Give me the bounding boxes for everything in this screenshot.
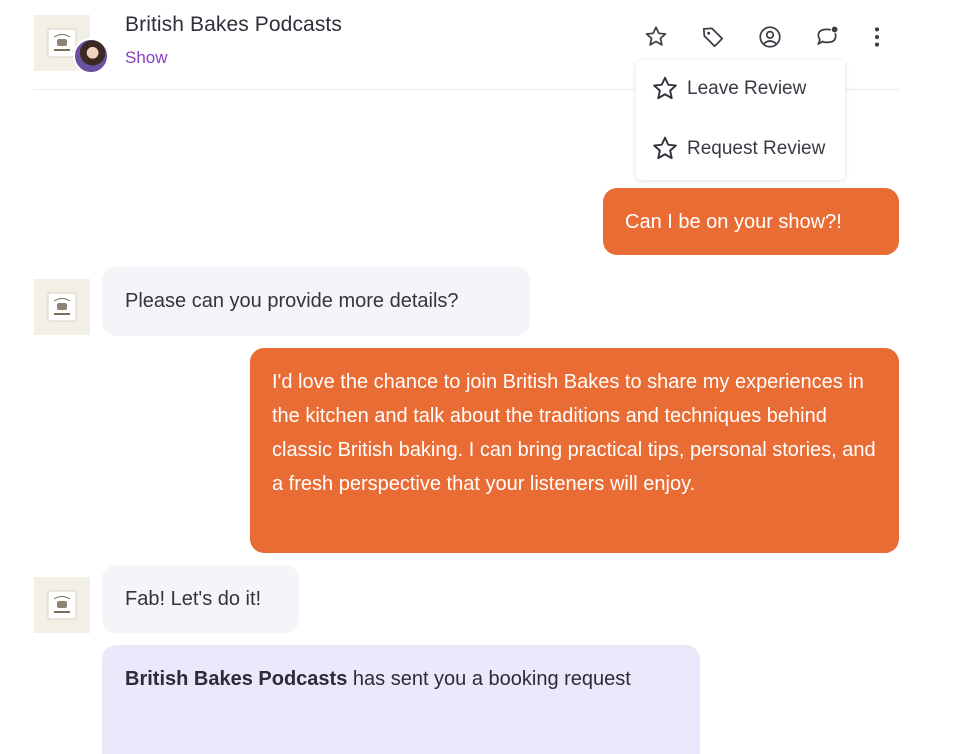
conversation-subtitle-link[interactable]: Show xyxy=(125,48,168,68)
message-incoming: Please can you provide more details? xyxy=(102,267,530,336)
menu-item-label: Request Review xyxy=(687,138,826,159)
tag-icon[interactable] xyxy=(698,22,728,52)
message-outgoing: I'd love the chance to join British Bake… xyxy=(250,348,899,553)
star-icon xyxy=(653,76,677,100)
conversation-title: British Bakes Podcasts xyxy=(125,13,342,36)
chat-notification-icon[interactable] xyxy=(812,22,842,52)
star-icon xyxy=(653,136,677,160)
message-text: Please can you provide more details? xyxy=(125,290,459,312)
booking-sender-name: British Bakes Podcasts xyxy=(125,668,348,690)
podcast-logo-icon xyxy=(34,279,90,335)
podcast-logo-icon xyxy=(34,577,90,633)
request-review-menu-item[interactable]: Request Review xyxy=(636,124,845,174)
booking-message-text: has sent you a booking request xyxy=(352,668,631,690)
chat-page: British Bakes Podcasts Show Leave Review… xyxy=(0,0,956,754)
review-dropdown-menu: Leave Review Request Review xyxy=(636,60,845,180)
message-text: Fab! Let's do it! xyxy=(125,588,262,610)
message-text: Can I be on your show?! xyxy=(625,211,842,233)
leave-review-menu-item[interactable]: Leave Review xyxy=(636,64,845,114)
message-text: I'd love the chance to join British Bake… xyxy=(272,371,876,495)
menu-item-label: Leave Review xyxy=(687,78,807,99)
star-icon[interactable] xyxy=(641,22,671,52)
booking-request-card[interactable]: British Bakes Podcasts has sent you a bo… xyxy=(102,645,700,754)
user-circle-icon[interactable] xyxy=(755,22,785,52)
message-outgoing: Can I be on your show?! xyxy=(603,188,899,255)
more-vertical-icon[interactable] xyxy=(862,22,892,52)
message-incoming: Fab! Let's do it! xyxy=(102,565,299,633)
user-avatar[interactable] xyxy=(73,38,109,74)
